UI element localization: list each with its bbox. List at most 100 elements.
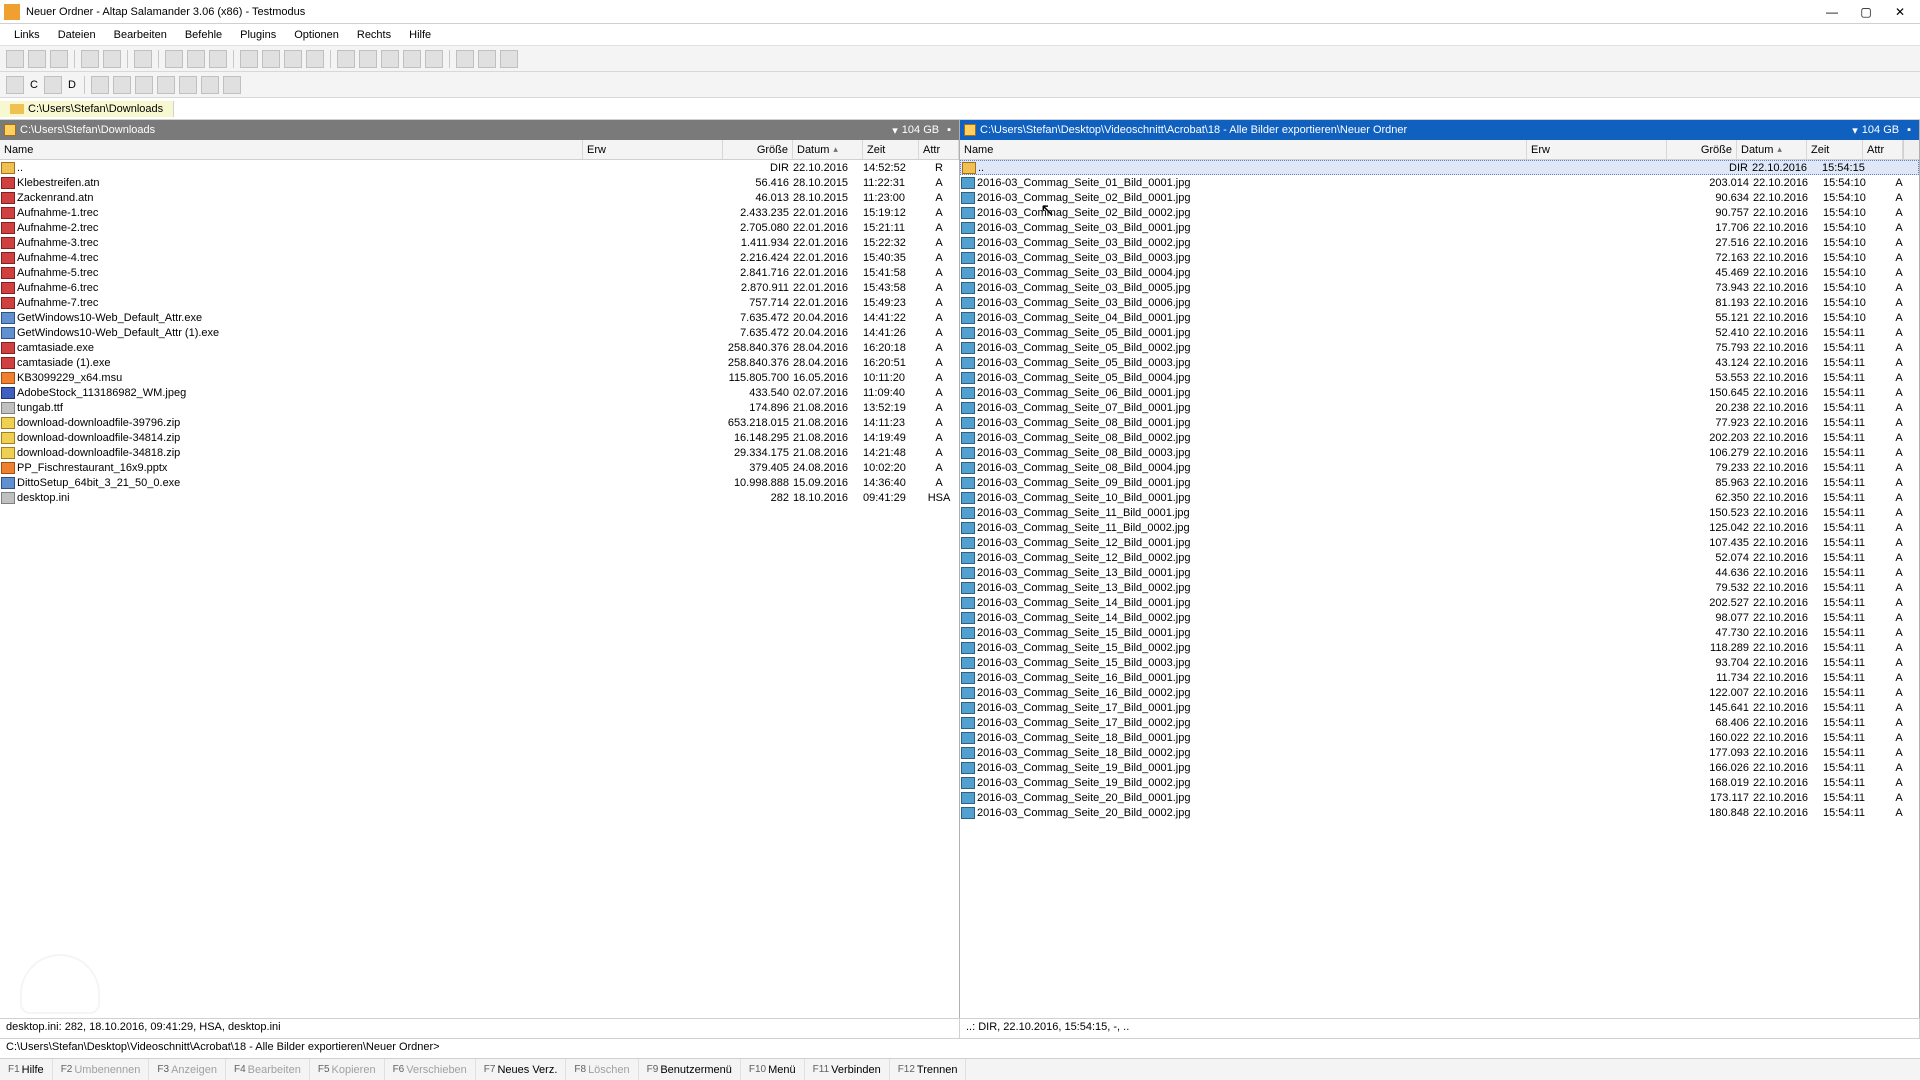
file-row[interactable]: 2016-03_Commag_Seite_14_Bild_0001.jpg202… <box>960 595 1919 610</box>
toolbar-button[interactable] <box>201 76 219 94</box>
toolbar-button[interactable] <box>381 50 399 68</box>
header-time[interactable]: Zeit <box>1807 140 1863 159</box>
file-row[interactable]: 2016-03_Commag_Seite_01_Bild_0001.jpg203… <box>960 175 1919 190</box>
right-pathbar[interactable]: C:\Users\Stefan\Desktop\Videoschnitt\Acr… <box>960 120 1919 140</box>
toolbar-button[interactable] <box>165 50 183 68</box>
file-row[interactable]: 2016-03_Commag_Seite_11_Bild_0002.jpg125… <box>960 520 1919 535</box>
file-row[interactable]: 2016-03_Commag_Seite_20_Bild_0001.jpg173… <box>960 790 1919 805</box>
file-row[interactable]: 2016-03_Commag_Seite_08_Bild_0004.jpg79.… <box>960 460 1919 475</box>
toolbar-button[interactable] <box>306 50 324 68</box>
fkey-f1[interactable]: F1Hilfe <box>0 1059 53 1080</box>
toolbar-button[interactable] <box>91 76 109 94</box>
file-row[interactable]: ..DIR22.10.201614:52:52R <box>0 160 959 175</box>
file-row[interactable]: download-downloadfile-34814.zip16.148.29… <box>0 430 959 445</box>
file-row[interactable]: 2016-03_Commag_Seite_17_Bild_0002.jpg68.… <box>960 715 1919 730</box>
file-row[interactable]: KB3099229_x64.msu115.805.70016.05.201610… <box>0 370 959 385</box>
file-row[interactable]: 2016-03_Commag_Seite_18_Bild_0002.jpg177… <box>960 745 1919 760</box>
drive-c-icon[interactable] <box>6 76 24 94</box>
fkey-f7[interactable]: F7Neues Verz. <box>476 1059 567 1080</box>
file-row[interactable]: 2016-03_Commag_Seite_03_Bild_0006.jpg81.… <box>960 295 1919 310</box>
menu-bearbeiten[interactable]: Bearbeiten <box>106 27 175 43</box>
drive-d-label[interactable]: D <box>66 79 78 91</box>
toolbar-button[interactable] <box>403 50 421 68</box>
file-row[interactable]: 2016-03_Commag_Seite_06_Bild_0001.jpg150… <box>960 385 1919 400</box>
file-row[interactable]: camtasiade.exe258.840.37628.04.201616:20… <box>0 340 959 355</box>
menu-rechts[interactable]: Rechts <box>349 27 399 43</box>
header-name[interactable]: Name <box>0 140 583 159</box>
toolbar-button[interactable] <box>209 50 227 68</box>
toolbar-button[interactable] <box>456 50 474 68</box>
file-row[interactable]: 2016-03_Commag_Seite_03_Bild_0005.jpg73.… <box>960 280 1919 295</box>
fkey-f11[interactable]: F11Verbinden <box>805 1059 890 1080</box>
toolbar-button[interactable] <box>425 50 443 68</box>
header-attr[interactable]: Attr <box>919 140 959 159</box>
file-row[interactable]: DittoSetup_64bit_3_21_50_0.exe10.998.888… <box>0 475 959 490</box>
command-line[interactable]: C:\Users\Stefan\Desktop\Videoschnitt\Acr… <box>0 1038 1920 1058</box>
file-row[interactable]: 2016-03_Commag_Seite_12_Bild_0001.jpg107… <box>960 535 1919 550</box>
file-row[interactable]: 2016-03_Commag_Seite_09_Bild_0001.jpg85.… <box>960 475 1919 490</box>
file-row[interactable]: 2016-03_Commag_Seite_02_Bild_0002.jpg90.… <box>960 205 1919 220</box>
file-row[interactable]: 2016-03_Commag_Seite_07_Bild_0001.jpg20.… <box>960 400 1919 415</box>
file-row[interactable]: 2016-03_Commag_Seite_16_Bild_0001.jpg11.… <box>960 670 1919 685</box>
toolbar-button[interactable] <box>103 50 121 68</box>
toolbar-button[interactable] <box>6 50 24 68</box>
menu-plugins[interactable]: Plugins <box>232 27 284 43</box>
file-row[interactable]: 2016-03_Commag_Seite_13_Bild_0001.jpg44.… <box>960 565 1919 580</box>
file-row[interactable]: 2016-03_Commag_Seite_05_Bild_0002.jpg75.… <box>960 340 1919 355</box>
file-row[interactable]: 2016-03_Commag_Seite_11_Bild_0001.jpg150… <box>960 505 1919 520</box>
chevron-down-icon[interactable]: ▾ <box>1848 124 1862 137</box>
toolbar-button[interactable] <box>81 50 99 68</box>
file-row[interactable]: 2016-03_Commag_Seite_08_Bild_0002.jpg202… <box>960 430 1919 445</box>
file-row[interactable]: 2016-03_Commag_Seite_15_Bild_0001.jpg47.… <box>960 625 1919 640</box>
disk-icon[interactable]: ▪ <box>1903 124 1915 136</box>
close-button[interactable]: ✕ <box>1884 3 1916 21</box>
fkey-f4[interactable]: F4Bearbeiten <box>226 1059 310 1080</box>
toolbar-button[interactable] <box>284 50 302 68</box>
fkey-f5[interactable]: F5Kopieren <box>310 1059 385 1080</box>
file-row[interactable]: 2016-03_Commag_Seite_08_Bild_0003.jpg106… <box>960 445 1919 460</box>
header-ext[interactable]: Erw <box>583 140 723 159</box>
right-file-list[interactable]: ..DIR22.10.201615:54:152016-03_Commag_Se… <box>960 160 1919 1018</box>
toolbar-button[interactable] <box>157 76 175 94</box>
file-row[interactable]: download-downloadfile-34818.zip29.334.17… <box>0 445 959 460</box>
file-row[interactable]: 2016-03_Commag_Seite_08_Bild_0001.jpg77.… <box>960 415 1919 430</box>
file-row[interactable]: Aufnahme-4.trec2.216.42422.01.201615:40:… <box>0 250 959 265</box>
file-row[interactable]: 2016-03_Commag_Seite_02_Bild_0001.jpg90.… <box>960 190 1919 205</box>
fkey-f3[interactable]: F3Anzeigen <box>149 1059 226 1080</box>
fkey-f2[interactable]: F2Umbenennen <box>53 1059 150 1080</box>
fkey-f9[interactable]: F9Benutzermenü <box>639 1059 741 1080</box>
menu-hilfe[interactable]: Hilfe <box>401 27 439 43</box>
file-row[interactable]: 2016-03_Commag_Seite_03_Bild_0002.jpg27.… <box>960 235 1919 250</box>
header-date[interactable]: Datum▴ <box>793 140 863 159</box>
toolbar-button[interactable] <box>240 50 258 68</box>
toolbar-button[interactable] <box>179 76 197 94</box>
menu-links[interactable]: Links <box>6 27 48 43</box>
file-row[interactable]: 2016-03_Commag_Seite_14_Bild_0002.jpg98.… <box>960 610 1919 625</box>
file-row[interactable]: 2016-03_Commag_Seite_05_Bild_0004.jpg53.… <box>960 370 1919 385</box>
file-row[interactable]: 2016-03_Commag_Seite_05_Bild_0001.jpg52.… <box>960 325 1919 340</box>
file-row[interactable]: 2016-03_Commag_Seite_19_Bild_0001.jpg166… <box>960 760 1919 775</box>
toolbar-button[interactable] <box>135 76 153 94</box>
maximize-button[interactable]: ▢ <box>1850 3 1882 21</box>
fkey-f6[interactable]: F6Verschieben <box>385 1059 476 1080</box>
file-row[interactable]: Aufnahme-5.trec2.841.71622.01.201615:41:… <box>0 265 959 280</box>
menu-dateien[interactable]: Dateien <box>50 27 104 43</box>
file-row[interactable]: 2016-03_Commag_Seite_20_Bild_0002.jpg180… <box>960 805 1919 820</box>
file-row[interactable]: 2016-03_Commag_Seite_03_Bild_0001.jpg17.… <box>960 220 1919 235</box>
file-row[interactable]: 2016-03_Commag_Seite_03_Bild_0004.jpg45.… <box>960 265 1919 280</box>
header-attr[interactable]: Attr <box>1863 140 1903 159</box>
file-row[interactable]: Aufnahme-2.trec2.705.08022.01.201615:21:… <box>0 220 959 235</box>
file-row[interactable]: 2016-03_Commag_Seite_12_Bild_0002.jpg52.… <box>960 550 1919 565</box>
header-size[interactable]: Größe <box>723 140 793 159</box>
file-row[interactable]: 2016-03_Commag_Seite_17_Bild_0001.jpg145… <box>960 700 1919 715</box>
toolbar-button[interactable] <box>500 50 518 68</box>
fkey-f8[interactable]: F8Löschen <box>566 1059 638 1080</box>
left-pathbar[interactable]: C:\Users\Stefan\Downloads ▾ 104 GB ▪ <box>0 120 959 140</box>
file-row[interactable]: 2016-03_Commag_Seite_15_Bild_0003.jpg93.… <box>960 655 1919 670</box>
file-row[interactable]: Zackenrand.atn46.01328.10.201511:23:00A <box>0 190 959 205</box>
header-ext[interactable]: Erw <box>1527 140 1667 159</box>
file-row[interactable]: PP_Fischrestaurant_16x9.pptx379.40524.08… <box>0 460 959 475</box>
fkey-f12[interactable]: F12Trennen <box>890 1059 967 1080</box>
file-row[interactable]: AdobeStock_113186982_WM.jpeg433.54002.07… <box>0 385 959 400</box>
toolbar-button[interactable] <box>359 50 377 68</box>
